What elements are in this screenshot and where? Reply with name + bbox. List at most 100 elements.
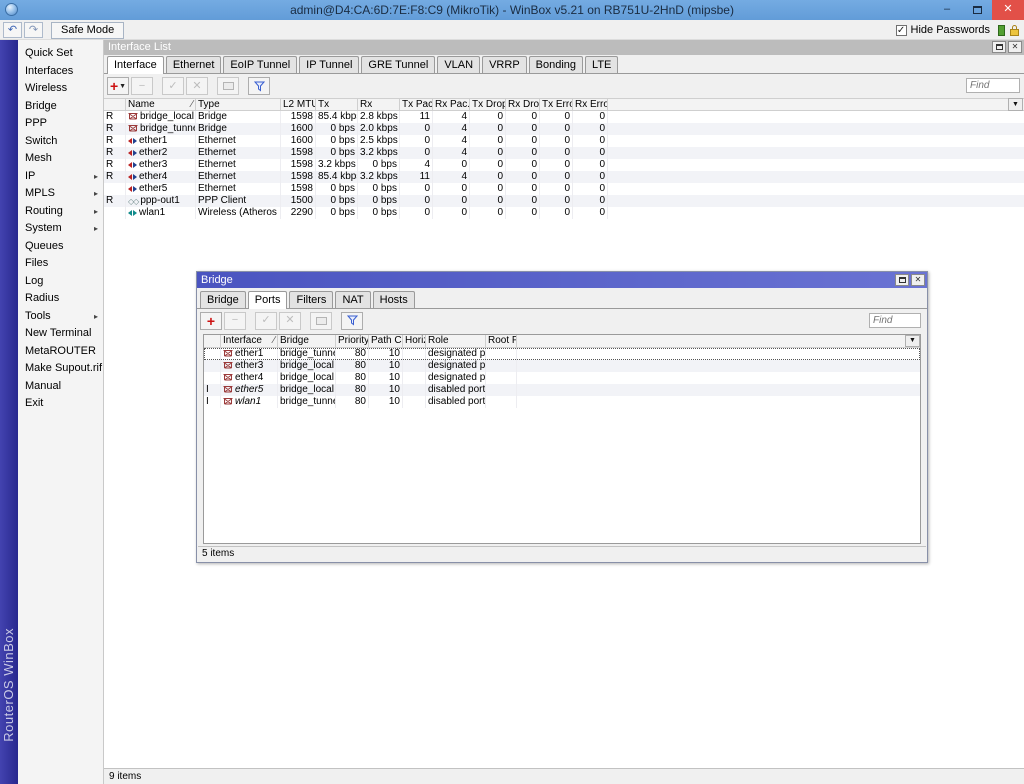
interface-list-tab-ethernet[interactable]: Ethernet	[165, 56, 222, 73]
column-header-bridge[interactable]: Bridge	[278, 335, 336, 347]
sidebar-item-system[interactable]: System ▸	[18, 220, 103, 238]
column-header-type[interactable]: Type	[196, 99, 281, 110]
column-header-horizon[interactable]: Horizon	[403, 335, 426, 347]
bridge-port-row[interactable]: Iether5 bridge_local 80 10 disabled port	[204, 384, 920, 396]
bridge-shade-button[interactable]	[895, 274, 909, 286]
sidebar-item-bridge[interactable]: Bridge	[18, 98, 103, 116]
bridge-titlebar[interactable]: Bridge ✕	[197, 272, 927, 288]
interface-row[interactable]: Rether4 Ethernet 1598 85.4 kbps 3.2 kbps 11 4 0…	[104, 171, 1024, 183]
sidebar-item-interfaces[interactable]: Interfaces	[18, 63, 103, 81]
sidebar-item-mpls[interactable]: MPLS ▸	[18, 185, 103, 203]
interface-row[interactable]: ether5 Ethernet 1598 0 bps 0 bps 0 0 0 0 0 0	[104, 183, 1024, 195]
sidebar-item-tools[interactable]: Tools ▸	[18, 308, 103, 326]
column-header-name[interactable]: Name ∕	[126, 99, 196, 110]
bridge-tab-nat[interactable]: NAT	[335, 291, 371, 308]
interface-row[interactable]: Rether3 Ethernet 1598 3.2 kbps 0 bps 4 0 0 0 0 0	[104, 159, 1024, 171]
interface-row[interactable]: Rbridge_local Bridge 1598 85.4 kbps 2.8 kbps…	[104, 111, 1024, 123]
sidebar-item-ip[interactable]: IP ▸	[18, 168, 103, 186]
sidebar-item-routing[interactable]: Routing ▸	[18, 203, 103, 221]
interface-list-tab-bonding[interactable]: Bonding	[528, 56, 584, 73]
sidebar-item-files[interactable]: Files	[18, 255, 103, 273]
add-button[interactable]: + ▼	[107, 77, 129, 95]
interface-row[interactable]: Rbridge_tunnel Bridge 1600 0 bps 2.0 kbps 0 4 0…	[104, 123, 1024, 135]
remove-button[interactable]: −	[131, 77, 153, 95]
column-header-tx-drops[interactable]: Tx Drops	[470, 99, 506, 110]
bridge-tab-hosts[interactable]: Hosts	[372, 291, 415, 308]
column-select-dropdown[interactable]: ▼	[1008, 98, 1023, 111]
hide-passwords-checkbox[interactable]: ✓	[895, 24, 907, 36]
column-header-rx-errors[interactable]: Rx Errors	[573, 99, 608, 110]
bridge-remove-button[interactable]: −	[224, 311, 246, 330]
undo-button[interactable]: ↶	[3, 22, 22, 38]
bridge-enable-button[interactable]: ✓	[255, 311, 277, 330]
filter-button[interactable]	[248, 77, 270, 95]
interface-list-titlebar[interactable]: Interface List ✕	[104, 40, 1024, 55]
bridge-close-button[interactable]: ✕	[911, 274, 925, 286]
bridge-add-button[interactable]: +	[200, 311, 222, 330]
interface-list-tab-eoip-tunnel[interactable]: EoIP Tunnel	[223, 56, 298, 73]
interface-list-tab-gre-tunnel[interactable]: GRE Tunnel	[361, 56, 436, 73]
sidebar-item-wireless[interactable]: Wireless	[18, 80, 103, 98]
column-header-l2-mtu[interactable]: L2 MTU	[281, 99, 316, 110]
bridge-comment-button[interactable]	[310, 311, 332, 330]
sidebar-item-exit[interactable]: Exit	[18, 395, 103, 413]
column-header-path-cost[interactable]: Path Cost	[369, 335, 403, 347]
shade-window-button[interactable]	[992, 41, 1006, 53]
interface-list-tab-interface[interactable]: Interface	[107, 56, 164, 74]
sidebar-item-log[interactable]: Log	[18, 273, 103, 291]
sidebar-item-radius[interactable]: Radius	[18, 290, 103, 308]
bridge-find-input[interactable]	[869, 313, 921, 328]
safe-mode-button[interactable]: Safe Mode	[51, 22, 125, 39]
column-header-flag[interactable]	[104, 99, 126, 110]
disable-button[interactable]: ✕	[186, 77, 208, 95]
restore-button[interactable]	[962, 0, 992, 20]
sidebar-item-new-terminal[interactable]: New Terminal	[18, 325, 103, 343]
close-button[interactable]: ✕	[992, 0, 1024, 20]
rx_packets-cell: 4	[433, 171, 470, 183]
enable-button[interactable]: ✓	[162, 77, 184, 95]
redo-button[interactable]: ↷	[24, 22, 43, 38]
bridge-disable-button[interactable]: ✕	[279, 311, 301, 330]
close-window-button[interactable]: ✕	[1008, 41, 1022, 53]
bridge-port-row[interactable]: ether3 bridge_local 80 10 designated port	[204, 360, 920, 372]
column-header-priority-h-[interactable]: Priority (h...	[336, 335, 369, 347]
bridge-port-row[interactable]: ether1 bridge_tunnel 80 10 designated port	[204, 348, 920, 360]
bridge-tab-ports[interactable]: Ports	[247, 291, 288, 309]
interface-list-tab-ip-tunnel[interactable]: IP Tunnel	[299, 56, 360, 73]
interface-list-tab-lte[interactable]: LTE	[585, 56, 619, 73]
sidebar-item-queues[interactable]: Queues	[18, 238, 103, 256]
column-header-rx-drops[interactable]: Rx Drops	[506, 99, 540, 110]
column-header-role[interactable]: Role	[426, 335, 486, 347]
minimize-button[interactable]: –	[932, 0, 962, 20]
column-header-root-pat-[interactable]: Root Pat...	[486, 335, 517, 347]
interface-row[interactable]: R ◇◇ ppp-out1 PPP Client 1500 0 bps 0 bps 0 0 0 0 0…	[104, 195, 1024, 207]
interface-row[interactable]: wlan1 Wireless (Atheros 11N) 2290 0 bps 0 bp…	[104, 207, 1024, 219]
column-header-tx[interactable]: Tx	[316, 99, 358, 110]
sidebar-item-switch[interactable]: Switch	[18, 133, 103, 151]
sidebar-item-quick-set[interactable]: Quick Set	[18, 45, 103, 63]
bridge-port-row[interactable]: ether4 bridge_local 80 10 designated port	[204, 372, 920, 384]
sidebar-item-make-supout-rif[interactable]: Make Supout.rif	[18, 360, 103, 378]
comment-button[interactable]	[217, 77, 239, 95]
bridge-tab-filters[interactable]: Filters	[289, 291, 334, 308]
comment-icon	[222, 82, 234, 90]
sidebar-item-manual[interactable]: Manual	[18, 378, 103, 396]
column-header-tx-pac-[interactable]: Tx Pac...	[400, 99, 433, 110]
interface-row[interactable]: Rether2 Ethernet 1598 0 bps 3.2 kbps 0 4 0 0 0 0	[104, 147, 1024, 159]
interface-list-tab-vrrp[interactable]: VRRP	[482, 56, 527, 73]
column-header-rx-pac-[interactable]: Rx Pac...	[433, 99, 470, 110]
bridge-filter-button[interactable]	[341, 311, 363, 330]
bridge-port-row[interactable]: Iwlan1 bridge_tunnel 80 10 disabled port	[204, 396, 920, 408]
column-header-rx[interactable]: Rx	[358, 99, 400, 110]
column-header-tx-errors[interactable]: Tx Errors	[540, 99, 573, 110]
sidebar-item-metarouter[interactable]: MetaROUTER	[18, 343, 103, 361]
bridge-tab-bridge[interactable]: Bridge	[200, 291, 246, 308]
sidebar-item-mesh[interactable]: Mesh	[18, 150, 103, 168]
interface-list-tab-vlan[interactable]: VLAN	[437, 56, 481, 73]
bridge-column-select-dropdown[interactable]: ▼	[905, 335, 920, 347]
column-header-flag[interactable]	[204, 335, 221, 347]
sidebar-item-ppp[interactable]: PPP	[18, 115, 103, 133]
interface-row[interactable]: Rether1 Ethernet 1600 0 bps 2.5 kbps 0 4 0 0 0 0	[104, 135, 1024, 147]
find-input[interactable]	[966, 78, 1020, 93]
column-header-interface[interactable]: Interface ∕	[221, 335, 278, 347]
